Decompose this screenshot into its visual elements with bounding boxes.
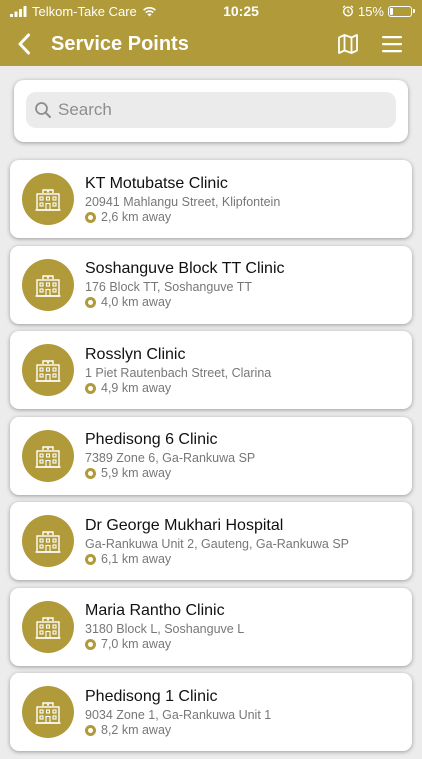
location-pin-icon (85, 468, 96, 479)
service-point-distance: 5,9 km away (85, 466, 255, 481)
hospital-building-icon (35, 274, 61, 297)
service-point-card[interactable]: Phedisong 1 Clinic 9034 Zone 1, Ga-Ranku… (10, 673, 412, 751)
distance-text: 4,9 km away (101, 380, 172, 395)
distance-text: 8,2 km away (101, 722, 172, 737)
service-point-distance: 6,1 km away (85, 552, 349, 567)
service-point-address: 7389 Zone 6, Ga-Rankuwa SP (85, 451, 256, 465)
card-text: Phedisong 1 Clinic 9034 Zone 1, Ga-Ranku… (85, 687, 271, 738)
carrier-name: Telkom-Take Care (32, 3, 137, 19)
service-point-distance: 4,0 km away (85, 295, 285, 310)
facility-avatar (22, 515, 74, 567)
service-point-distance: 4,9 km away (85, 381, 271, 396)
service-point-name: Soshanguve Block TT Clinic (85, 260, 285, 277)
location-pin-icon (85, 639, 96, 650)
service-point-address: 20941 Mahlangu Street, Klipfontein (85, 194, 281, 209)
status-bar: Telkom-Take Care 10:25 15% (0, 0, 422, 22)
facility-avatar (22, 173, 74, 225)
status-time: 10:25 (223, 3, 259, 19)
service-point-name: Phedisong 6 Clinic (85, 431, 218, 448)
facility-avatar (22, 344, 74, 396)
distance-text: 2,6 km away (101, 209, 172, 224)
facility-avatar (22, 429, 74, 482)
chevron-left-icon (18, 33, 30, 55)
search-icon (35, 102, 51, 118)
menu-button[interactable] (370, 22, 414, 66)
service-point-card[interactable]: Phedisong 6 Clinic 7389 Zone 6, Ga-Ranku… (10, 416, 412, 495)
card-text: Dr George Mukhari Hospital Ga-Rankuwa Un… (85, 516, 349, 567)
service-point-name: KT Motubatse Clinic (85, 174, 228, 192)
distance-text: 4,0 km away (101, 295, 172, 309)
service-point-address: Ga-Rankuwa Unit 2, Gauteng, Ga-Rankuwa S… (85, 536, 350, 551)
service-point-name: Maria Rantho Clinic (85, 602, 225, 619)
service-point-distance: 8,2 km away (85, 723, 271, 738)
service-point-name: Rosslyn Clinic (85, 345, 186, 363)
card-text: Maria Rantho Clinic 3180 Block L, Soshan… (85, 601, 244, 652)
location-pin-icon (85, 297, 96, 308)
location-pin-icon (85, 553, 96, 565)
battery-icon (388, 5, 415, 17)
nav-bar: Service Points (0, 22, 422, 66)
signal-icon (10, 5, 27, 17)
location-pin-icon (85, 382, 96, 394)
facility-avatar (22, 258, 74, 311)
hospital-building-icon (35, 616, 61, 639)
search-box[interactable] (26, 92, 396, 128)
search-input[interactable] (58, 100, 378, 120)
search-container (14, 80, 408, 142)
hospital-building-icon (35, 445, 61, 468)
card-text: Rosslyn Clinic 1 Piet Rautenbach Street,… (85, 345, 271, 396)
location-pin-icon (85, 211, 96, 223)
hospital-building-icon (35, 189, 61, 211)
back-button[interactable] (2, 22, 46, 66)
service-point-address: 176 Block TT, Soshanguve TT (85, 280, 252, 294)
map-icon (338, 34, 358, 54)
hospital-building-icon (35, 360, 61, 382)
location-pin-icon (85, 724, 96, 736)
page-title: Service Points (51, 32, 189, 55)
hospital-building-icon (35, 702, 61, 724)
map-button[interactable] (326, 22, 370, 66)
distance-text: 5,9 km away (101, 466, 172, 480)
card-text: KT Motubatse Clinic 20941 Mahlangu Stree… (85, 174, 280, 225)
service-point-card[interactable]: Maria Rantho Clinic 3180 Block L, Soshan… (10, 587, 412, 666)
service-point-card[interactable]: Dr George Mukhari Hospital Ga-Rankuwa Un… (10, 502, 412, 580)
status-right: 15% (342, 3, 415, 19)
service-point-address: 1 Piet Rautenbach Street, Clarina (85, 365, 272, 380)
battery-percent: 15% (357, 3, 384, 19)
service-point-address: 3180 Block L, Soshanguve L (85, 622, 245, 636)
service-point-distance: 7,0 km away (85, 637, 244, 652)
service-point-card[interactable]: Soshanguve Block TT Clinic 176 Block TT,… (10, 245, 412, 324)
hamburger-icon (382, 36, 402, 53)
service-point-address: 9034 Zone 1, Ga-Rankuwa Unit 1 (85, 707, 272, 722)
card-text: Soshanguve Block TT Clinic 176 Block TT,… (85, 259, 285, 310)
service-point-card[interactable]: Rosslyn Clinic 1 Piet Rautenbach Street,… (10, 331, 412, 409)
distance-text: 7,0 km away (101, 637, 172, 651)
facility-avatar (22, 686, 74, 738)
hospital-building-icon (35, 531, 61, 553)
alarm-icon (342, 5, 354, 17)
distance-text: 6,1 km away (101, 551, 172, 566)
service-point-distance: 2,6 km away (85, 210, 280, 225)
service-point-name: Phedisong 1 Clinic (85, 687, 218, 705)
battery-fill (390, 7, 393, 15)
service-point-list: KT Motubatse Clinic 20941 Mahlangu Stree… (10, 160, 412, 759)
card-text: Phedisong 6 Clinic 7389 Zone 6, Ga-Ranku… (85, 430, 255, 481)
service-point-card[interactable]: KT Motubatse Clinic 20941 Mahlangu Stree… (10, 160, 412, 238)
service-point-name: Dr George Mukhari Hospital (85, 516, 284, 534)
facility-avatar (22, 600, 74, 653)
